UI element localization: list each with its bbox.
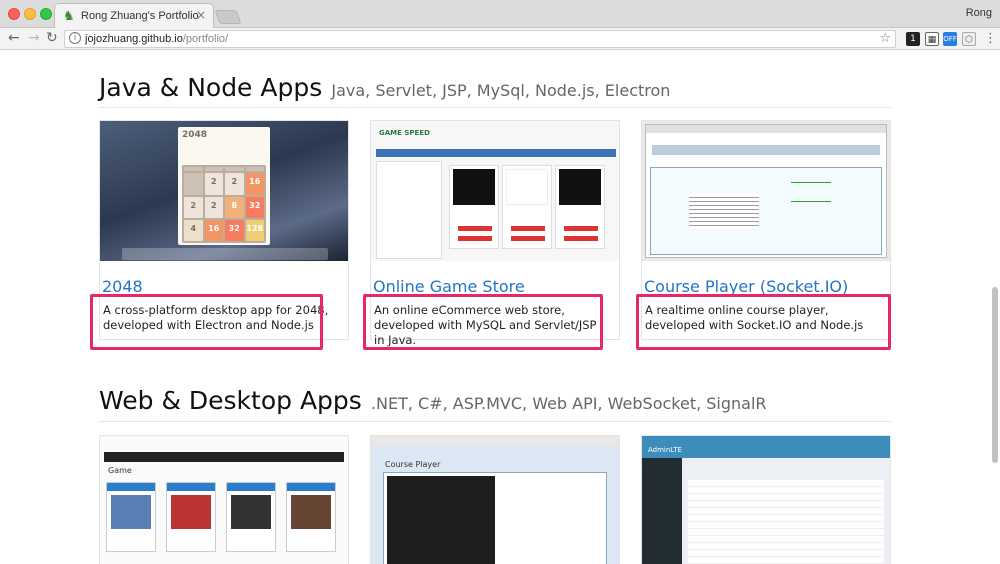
game-2048-tile: 32 bbox=[245, 196, 264, 218]
game-2048-tile bbox=[225, 167, 244, 172]
game-2048-tile: 2 bbox=[204, 173, 223, 195]
game-2048-tile bbox=[184, 167, 203, 172]
window-maximize-button[interactable] bbox=[40, 8, 52, 20]
project-thumbnail-course-player-signalr[interactable]: Course Player bbox=[371, 436, 619, 564]
game-2048-tile: 2 bbox=[204, 196, 223, 218]
window-close-button[interactable] bbox=[8, 8, 20, 20]
project-thumbnail-game-store[interactable]: GAME SPEED bbox=[371, 121, 619, 261]
game-2048-board: 2 2 16 2 2 8 32 4 16 32 128 bbox=[182, 165, 266, 243]
address-bar[interactable]: i jojozhuang.github.io/portfolio/ ☆ bbox=[64, 30, 896, 48]
section-title: Web & Desktop Apps bbox=[99, 386, 362, 415]
thumb-heading: AdminLTE bbox=[648, 446, 682, 454]
favicon-icon: ♞ bbox=[63, 9, 75, 24]
game-2048-tile bbox=[184, 173, 203, 195]
game-2048-tile: 2 bbox=[225, 173, 244, 195]
thumb-heading: Game bbox=[108, 466, 132, 475]
reload-icon[interactable]: ↻ bbox=[46, 30, 58, 46]
game-2048-tile: 4 bbox=[184, 219, 203, 241]
browser-menu-icon[interactable]: ⋮ bbox=[984, 31, 997, 46]
game-2048-tile bbox=[204, 167, 223, 172]
project-thumbnail-admin[interactable]: AdminLTE bbox=[642, 436, 890, 564]
project-thumbnail-web-game[interactable]: Game bbox=[100, 436, 348, 564]
game-2048-tile: 2 bbox=[184, 196, 203, 218]
bookmark-star-icon[interactable]: ☆ bbox=[879, 31, 891, 46]
page-content: Java & Node Apps Java, Servlet, JSP, MyS… bbox=[0, 51, 1000, 564]
extension-badge-icon[interactable]: 1 bbox=[906, 32, 920, 46]
project-card-course-player-signalr[interactable]: Course Player bbox=[370, 435, 620, 564]
page-scrollbar[interactable] bbox=[992, 287, 998, 463]
url-path: /portfolio/ bbox=[182, 33, 229, 45]
project-card-web-game-store[interactable]: Game bbox=[99, 435, 349, 564]
thumb-heading: Course Player bbox=[385, 460, 441, 469]
browser-titlebar: ♞ Rong Zhuang's Portfolio × Rong bbox=[0, 0, 1000, 29]
extension-off-icon[interactable]: OFF bbox=[943, 32, 957, 46]
tab-title: Rong Zhuang's Portfolio bbox=[81, 10, 199, 22]
mac-dock bbox=[122, 248, 328, 260]
highlight-box bbox=[636, 294, 891, 350]
project-card-admin-dashboard[interactable]: AdminLTE bbox=[641, 435, 891, 564]
extension-shield-icon[interactable]: ⬡ bbox=[962, 32, 976, 46]
new-tab-button[interactable] bbox=[214, 10, 242, 24]
section-divider bbox=[99, 107, 891, 108]
browser-tab-active[interactable]: ♞ Rong Zhuang's Portfolio × bbox=[54, 3, 214, 29]
project-thumbnail-2048[interactable]: 2048 2 2 16 2 2 8 32 4 16 32 128 bbox=[100, 121, 348, 261]
highlight-box bbox=[363, 294, 603, 350]
forward-arrow-icon[interactable]: → bbox=[28, 30, 40, 46]
section-divider bbox=[99, 421, 891, 422]
section-subtitle: Java, Servlet, JSP, MySql, Node.js, Elec… bbox=[331, 81, 671, 100]
game-2048-tile: 8 bbox=[225, 196, 244, 218]
profile-name[interactable]: Rong bbox=[966, 7, 992, 19]
game-2048-tile: 32 bbox=[225, 219, 244, 241]
game-2048-window: 2048 2 2 16 2 2 8 32 4 16 32 128 bbox=[178, 127, 270, 245]
section-subtitle: .NET, C#, ASP.MVC, Web API, WebSocket, S… bbox=[370, 394, 767, 413]
site-info-icon[interactable]: i bbox=[69, 32, 81, 44]
url-host: jojozhuang.github.io bbox=[85, 33, 183, 45]
section-heading-web-desktop: Web & Desktop Apps .NET, C#, ASP.MVC, We… bbox=[99, 386, 767, 415]
game-2048-tile: 16 bbox=[245, 173, 264, 195]
project-thumbnail-course-player[interactable] bbox=[642, 121, 890, 261]
game-2048-tile bbox=[245, 167, 264, 172]
back-arrow-icon[interactable]: ← bbox=[8, 30, 20, 46]
section-heading-java-node: Java & Node Apps Java, Servlet, JSP, MyS… bbox=[99, 73, 670, 102]
section-title: Java & Node Apps bbox=[99, 73, 323, 102]
highlight-box bbox=[90, 294, 323, 350]
browser-toolbar: ← → ↻ i jojozhuang.github.io/portfolio/ … bbox=[0, 28, 1000, 50]
tab-close-icon[interactable]: × bbox=[196, 8, 206, 22]
window-minimize-button[interactable] bbox=[24, 8, 36, 20]
game-2048-tile: 128 bbox=[245, 219, 264, 241]
url-text[interactable]: jojozhuang.github.io/portfolio/ bbox=[85, 33, 228, 45]
game-2048-tile: 16 bbox=[204, 219, 223, 241]
extension-qr-icon[interactable]: ▦ bbox=[925, 32, 939, 46]
